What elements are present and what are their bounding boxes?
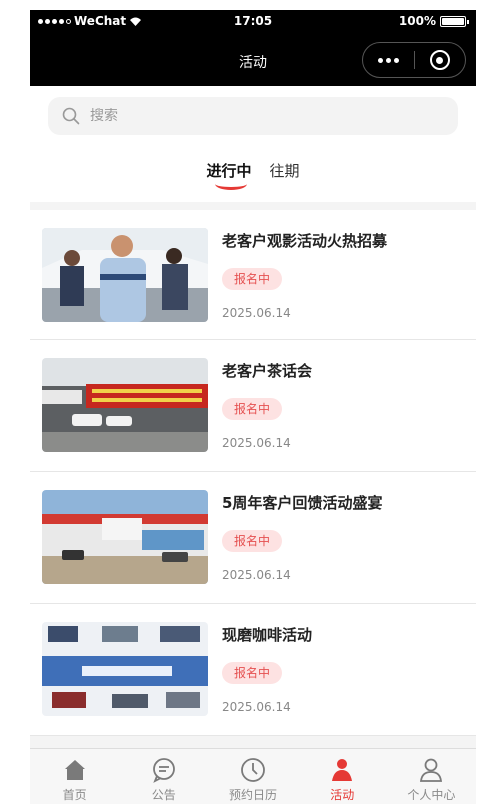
tab-calendar-label: 预约日历 [229,788,278,802]
battery-icon [440,15,469,27]
activity-title: 5周年客户回馈活动盛宴 [222,494,383,512]
tab-past[interactable]: 往期 [270,160,300,194]
tab-profile-label: 个人中心 [407,788,456,802]
activity-title: 老客户观影活动火热招募 [222,232,388,250]
search-box[interactable] [48,97,458,135]
tab-past-label: 往期 [269,162,300,180]
status-badge: 报名中 [222,530,283,552]
tab-activities[interactable]: 活动 [298,749,387,804]
home-icon [64,760,85,780]
active-tab-indicator [215,178,248,190]
tab-announcements[interactable]: 公告 [119,749,208,804]
activity-icon [332,759,353,781]
tab-activities-label: 活动 [330,788,355,802]
status-badge: 报名中 [222,268,283,290]
tab-home[interactable]: 首页 [30,749,119,804]
activity-date: 2025.06.14 [222,306,291,320]
user-icon [420,758,443,782]
activity-thumbnail [42,358,208,452]
status-tabs: 进行中 往期 [30,160,476,194]
activity-item[interactable]: 老客户观影活动火热招募 报名中 2025.06.14 [30,210,476,340]
nav-bar: 活动 [30,34,476,86]
activity-item[interactable]: 5周年客户回馈活动盛宴 报名中 2025.06.14 [30,472,476,604]
activity-thumbnail [42,622,208,716]
close-miniprogram-button[interactable] [415,50,465,70]
activity-thumbnail [42,228,208,322]
activity-title: 老客户茶话会 [222,362,313,380]
search-area: 进行中 往期 [30,86,476,202]
activity-list: 老客户观影活动火热招募 报名中 2025.06.14 老客户茶话会 报名中 20… [30,202,476,736]
search-icon [62,107,80,125]
status-badge: 报名中 [222,398,283,420]
battery-percent: 100% [398,14,436,28]
tab-home-label: 首页 [62,788,87,802]
target-icon [429,50,450,70]
tab-ongoing[interactable]: 进行中 [206,160,252,194]
miniprogram-capsule [362,42,466,78]
tab-profile[interactable]: 个人中心 [387,749,476,804]
tab-announcements-label: 公告 [151,788,176,802]
more-menu-button[interactable] [363,57,414,63]
bottom-tab-bar: 首页 公告 预约日历 活动 个人中心 [30,748,476,804]
clock-icon [241,758,265,782]
activity-date: 2025.06.14 [222,436,291,450]
status-bar: WeChat 17:05 100% [30,10,476,34]
activity-title: 现磨咖啡活动 [222,626,313,644]
battery-info: 100% [398,14,469,28]
status-badge: 报名中 [222,662,283,684]
search-input[interactable] [90,108,430,124]
phone-screen: WeChat 17:05 100% 活动 搜索 进行中 往期 老客户观影活动火热… [30,10,476,804]
activity-thumbnail [42,490,208,584]
tab-calendar[interactable]: 预约日历 [208,749,297,804]
activity-item[interactable]: 现磨咖啡活动 报名中 2025.06.14 [30,604,476,736]
activity-date: 2025.06.14 [222,568,291,582]
activity-date: 2025.06.14 [222,700,291,714]
message-icon [152,758,175,783]
activity-item[interactable]: 老客户茶话会 报名中 2025.06.14 [30,340,476,472]
